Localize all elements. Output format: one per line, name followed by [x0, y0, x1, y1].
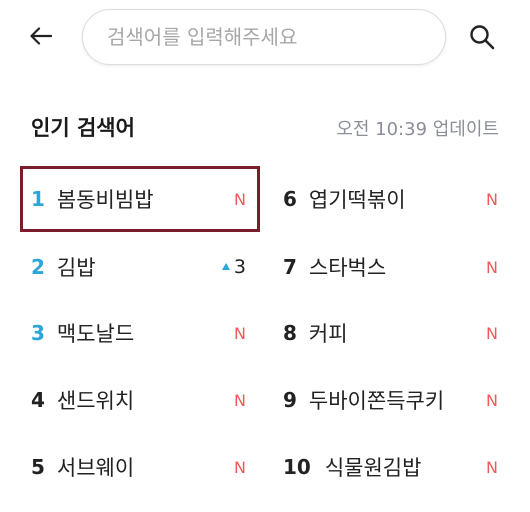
rank-term: 식물원김밥 — [324, 456, 422, 480]
ranking-item-8[interactable]: 8 커피 N — [272, 300, 512, 366]
rank-number: 10 — [283, 455, 311, 479]
search-field[interactable] — [82, 9, 446, 65]
new-badge: N — [486, 457, 498, 477]
ranking-item-4[interactable]: 4 샌드위치 N — [20, 367, 260, 433]
rank-number: 2 — [31, 255, 45, 279]
rank-change-value: 3 — [233, 256, 246, 278]
new-badge: N — [234, 390, 246, 410]
rank-term: 서브웨이 — [56, 456, 135, 480]
new-badge: N — [486, 257, 498, 277]
triangle-up-icon — [221, 262, 230, 270]
popular-searches-title: 인기 검색어 — [31, 116, 135, 140]
arrow-left-icon — [30, 27, 52, 45]
search-icon — [470, 25, 495, 50]
rank-number: 8 — [283, 321, 297, 345]
rank-term: 스타벅스 — [308, 256, 387, 280]
ranking-item-5[interactable]: 5 서브웨이 N — [20, 434, 260, 500]
ranking-item-6[interactable]: 6 엽기떡볶이 N — [272, 166, 512, 232]
update-timestamp: 오전 10:39 업데이트 — [336, 119, 499, 140]
rank-number: 1 — [31, 187, 45, 211]
search-button[interactable] — [462, 17, 502, 57]
new-badge: N — [486, 323, 498, 343]
rank-term: 두바이쫀득쿠키 — [308, 389, 445, 413]
new-badge: N — [234, 457, 246, 477]
rank-term: 엽기떡볶이 — [308, 188, 406, 212]
rank-change-badge: 3 — [221, 256, 246, 278]
ranking-item-7[interactable]: 7 스타벅스 N — [272, 234, 512, 300]
back-button[interactable] — [22, 17, 60, 55]
rank-number: 6 — [283, 187, 297, 211]
new-badge: N — [234, 189, 246, 209]
ranking-item-10[interactable]: 10 식물원김밥 N — [272, 434, 512, 500]
ranking-item-2[interactable]: 2 김밥 3 — [20, 234, 260, 300]
ranking-item-9[interactable]: 9 두바이쫀득쿠키 N — [272, 367, 512, 433]
rank-number: 4 — [31, 388, 45, 412]
search-screen: 인기 검색어 오전 10:39 업데이트 1 봄동비빔밥 N 2 김밥 3 3 … — [0, 0, 530, 512]
new-badge: N — [486, 189, 498, 209]
rank-number: 9 — [283, 388, 297, 412]
rank-term: 샌드위치 — [56, 389, 135, 413]
ranking-item-3[interactable]: 3 맥도날드 N — [20, 300, 260, 366]
rank-number: 7 — [283, 255, 297, 279]
rank-term: 맥도날드 — [56, 322, 135, 346]
rank-term: 김밥 — [56, 256, 96, 280]
rank-term: 봄동비빔밥 — [56, 188, 154, 212]
rank-term: 커피 — [308, 322, 348, 346]
search-input[interactable] — [105, 24, 423, 50]
rank-number: 5 — [31, 455, 45, 479]
ranking-item-1[interactable]: 1 봄동비빔밥 N — [20, 166, 260, 232]
new-badge: N — [486, 390, 498, 410]
new-badge: N — [234, 323, 246, 343]
rank-number: 3 — [31, 321, 45, 345]
